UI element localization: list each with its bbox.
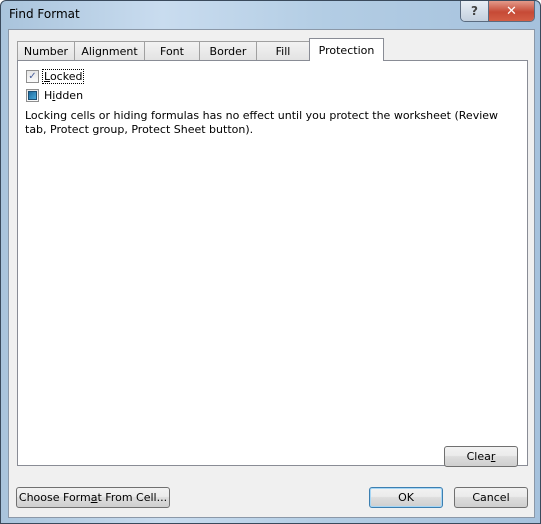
tab-number[interactable]: Number — [17, 41, 75, 61]
tab-font[interactable]: Font — [144, 41, 200, 61]
tab-strip: Number Alignment Font Border Fill Protec… — [17, 38, 384, 61]
find-format-dialog: Find Format ? ✕ Number Alignment Font Bo… — [0, 0, 541, 524]
hidden-label[interactable]: Hidden — [43, 89, 84, 102]
tab-border[interactable]: Border — [199, 41, 257, 61]
caption-buttons: ? ✕ — [460, 1, 535, 22]
close-button[interactable]: ✕ — [489, 1, 534, 21]
checkmark-icon: ✓ — [28, 70, 37, 82]
hidden-checkbox[interactable] — [26, 89, 39, 102]
dialog-title: Find Format — [9, 7, 80, 21]
protection-note: Locking cells or hiding formulas has no … — [25, 109, 499, 136]
cancel-button[interactable]: Cancel — [454, 487, 528, 508]
tab-alignment[interactable]: Alignment — [74, 41, 145, 61]
tab-protection[interactable]: Protection — [309, 38, 384, 61]
title-bar[interactable]: Find Format ? ✕ — [1, 1, 540, 29]
dialog-body: Number Alignment Font Border Fill Protec… — [8, 29, 535, 518]
question-icon: ? — [471, 4, 478, 18]
locked-label[interactable]: Locked — [41, 69, 85, 84]
tab-fill[interactable]: Fill — [256, 41, 310, 61]
clear-button[interactable]: Clea r — [444, 446, 518, 467]
close-icon: ✕ — [506, 3, 517, 19]
ok-button[interactable]: OK — [369, 487, 443, 508]
locked-checkbox[interactable]: ✓ — [26, 70, 39, 83]
protection-panel: ✓ Locked Hidden Locking cells or hiding … — [17, 60, 528, 467]
hidden-checkbox-row[interactable]: Hidden — [26, 89, 84, 102]
help-button[interactable]: ? — [461, 1, 489, 21]
locked-checkbox-row[interactable]: ✓ Locked — [26, 69, 85, 84]
choose-format-from-cell-button[interactable]: Choose Form a t From Cell... — [16, 487, 170, 508]
